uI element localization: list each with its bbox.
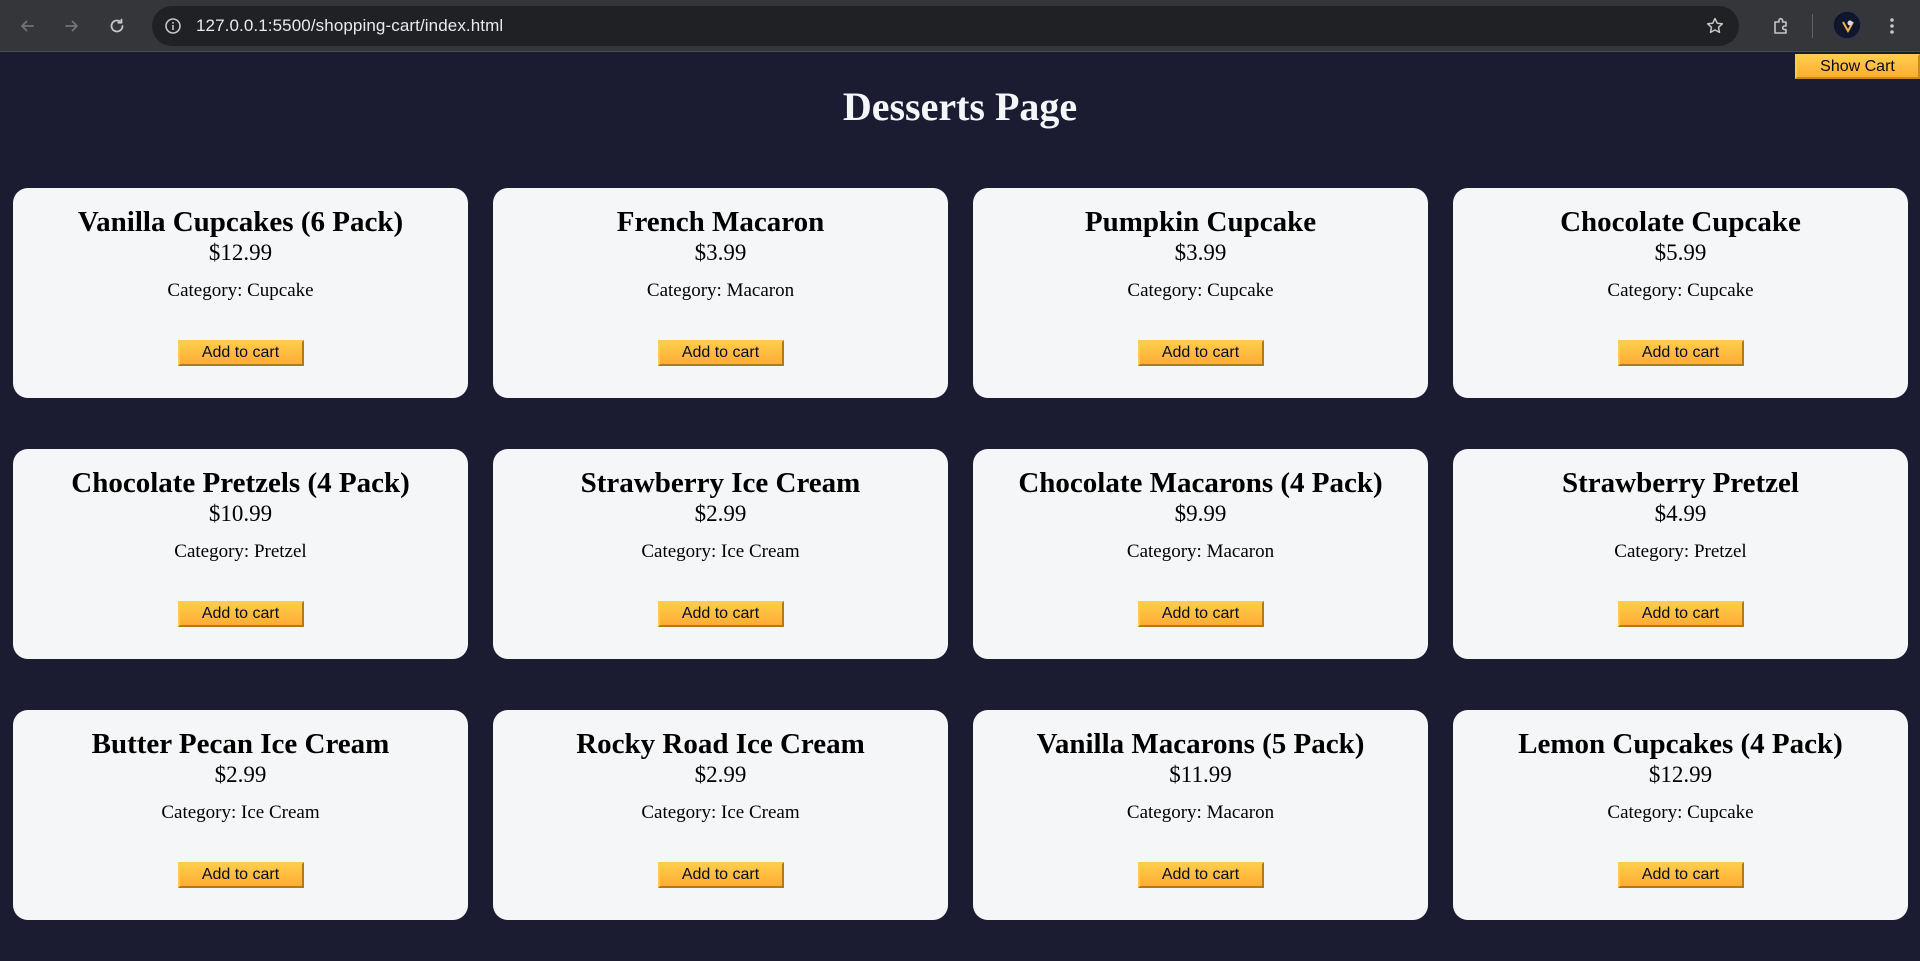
page-title: Desserts Page: [842, 84, 1078, 129]
product-card: Butter Pecan Ice Cream $2.99 Category: Ice…: [13, 710, 468, 920]
add-to-cart-button[interactable]: Add to cart: [1137, 862, 1264, 888]
product-price: $4.99: [1654, 501, 1707, 526]
add-to-cart-button[interactable]: Add to cart: [1137, 340, 1264, 366]
product-category: Category: Cupcake: [1607, 280, 1754, 301]
product-name: Chocolate Macarons (4 Pack): [1018, 467, 1383, 499]
product-category: Category: Pretzel: [1614, 541, 1747, 562]
product-name: Strawberry Ice Cream: [580, 467, 861, 499]
product-card: Vanilla Macarons (5 Pack) $11.99 Category:…: [973, 710, 1428, 920]
back-arrow-icon[interactable]: [12, 11, 42, 41]
add-to-cart-button[interactable]: Add to cart: [1617, 862, 1744, 888]
kebab-menu-icon[interactable]: [1877, 11, 1907, 41]
add-to-cart-button[interactable]: Add to cart: [1617, 601, 1744, 627]
product-card: Strawberry Ice Cream $2.99 Category: Ice C…: [493, 449, 948, 659]
profile-avatar[interactable]: [1833, 11, 1861, 39]
product-price: $12.99: [208, 240, 273, 265]
product-price: $2.99: [214, 762, 267, 787]
extensions-icon[interactable]: [1766, 11, 1796, 41]
product-card: Chocolate Pretzels (4 Pack) $10.99 Categor…: [13, 449, 468, 659]
product-price: $10.99: [208, 501, 273, 526]
product-card: Lemon Cupcakes (4 Pack) $12.99 Category: C…: [1453, 710, 1908, 920]
product-grid: Vanilla Cupcakes (6 Pack) $12.99 Category:…: [13, 188, 1909, 920]
add-to-cart-button[interactable]: Add to cart: [177, 340, 304, 366]
product-name: Chocolate Pretzels (4 Pack): [71, 467, 410, 499]
add-to-cart-button[interactable]: Add to cart: [657, 601, 784, 627]
product-name: Vanilla Macarons (5 Pack): [1036, 728, 1365, 760]
product-category: Category: Ice Cream: [641, 541, 800, 562]
product-price: $11.99: [1169, 762, 1232, 787]
add-to-cart-button[interactable]: Add to cart: [657, 862, 784, 888]
product-name: Vanilla Cupcakes (6 Pack): [77, 206, 404, 238]
reload-icon[interactable]: [102, 11, 132, 41]
product-card: Strawberry Pretzel $4.99 Category: Pretzel…: [1453, 449, 1908, 659]
show-cart-button[interactable]: Show Cart: [1795, 54, 1920, 79]
product-category: Category: Macaron: [1126, 541, 1275, 562]
product-price: $12.99: [1648, 762, 1713, 787]
product-name: Strawberry Pretzel: [1562, 467, 1799, 499]
product-category: Category: Macaron: [1126, 802, 1275, 823]
product-category: Category: Ice Cream: [641, 802, 800, 823]
product-category: Category: Macaron: [646, 280, 795, 301]
forward-arrow-icon[interactable]: [57, 11, 87, 41]
product-price: $9.99: [1174, 501, 1227, 526]
add-to-cart-button[interactable]: Add to cart: [1137, 601, 1264, 627]
product-category: Category: Cupcake: [1607, 802, 1754, 823]
product-name: Chocolate Cupcake: [1560, 206, 1801, 238]
product-name: Pumpkin Cupcake: [1084, 206, 1317, 238]
product-price: $3.99: [694, 240, 747, 265]
product-name: Butter Pecan Ice Cream: [91, 728, 390, 760]
product-card: French Macaron $3.99 Category: Macaron Add …: [493, 188, 948, 398]
product-category: Category: Pretzel: [174, 541, 307, 562]
product-name: French Macaron: [616, 206, 825, 238]
bookmark-star-icon[interactable]: [1703, 14, 1727, 38]
site-info-icon[interactable]: [160, 13, 186, 39]
product-category: Category: Ice Cream: [161, 802, 320, 823]
address-bar[interactable]: 127.0.0.1:5500/shopping-cart/index.html: [152, 6, 1739, 46]
toolbar-divider: [1812, 14, 1813, 38]
product-price: $5.99: [1654, 240, 1707, 265]
product-name: Lemon Cupcakes (4 Pack): [1518, 728, 1843, 760]
add-to-cart-button[interactable]: Add to cart: [1617, 340, 1744, 366]
product-card: Vanilla Cupcakes (6 Pack) $12.99 Category:…: [13, 188, 468, 398]
product-price: $2.99: [694, 501, 747, 526]
product-card: Chocolate Cupcake $5.99 Category: Cupcake A…: [1453, 188, 1908, 398]
browser-toolbar: 127.0.0.1:5500/shopping-cart/index.html: [0, 0, 1920, 52]
product-price: $2.99: [694, 762, 747, 787]
product-category: Category: Cupcake: [1127, 280, 1274, 301]
product-name: Rocky Road Ice Cream: [576, 728, 865, 760]
add-to-cart-button[interactable]: Add to cart: [177, 862, 304, 888]
url-text[interactable]: 127.0.0.1:5500/shopping-cart/index.html: [196, 6, 503, 46]
product-card: Chocolate Macarons (4 Pack) $9.99 Category…: [973, 449, 1428, 659]
product-card: Pumpkin Cupcake $3.99 Category: Cupcake Add…: [973, 188, 1428, 398]
product-card: Rocky Road Ice Cream $2.99 Category: Ice C…: [493, 710, 948, 920]
add-to-cart-button[interactable]: Add to cart: [657, 340, 784, 366]
product-price: $3.99: [1174, 240, 1227, 265]
add-to-cart-button[interactable]: Add to cart: [177, 601, 304, 627]
product-category: Category: Cupcake: [167, 280, 314, 301]
